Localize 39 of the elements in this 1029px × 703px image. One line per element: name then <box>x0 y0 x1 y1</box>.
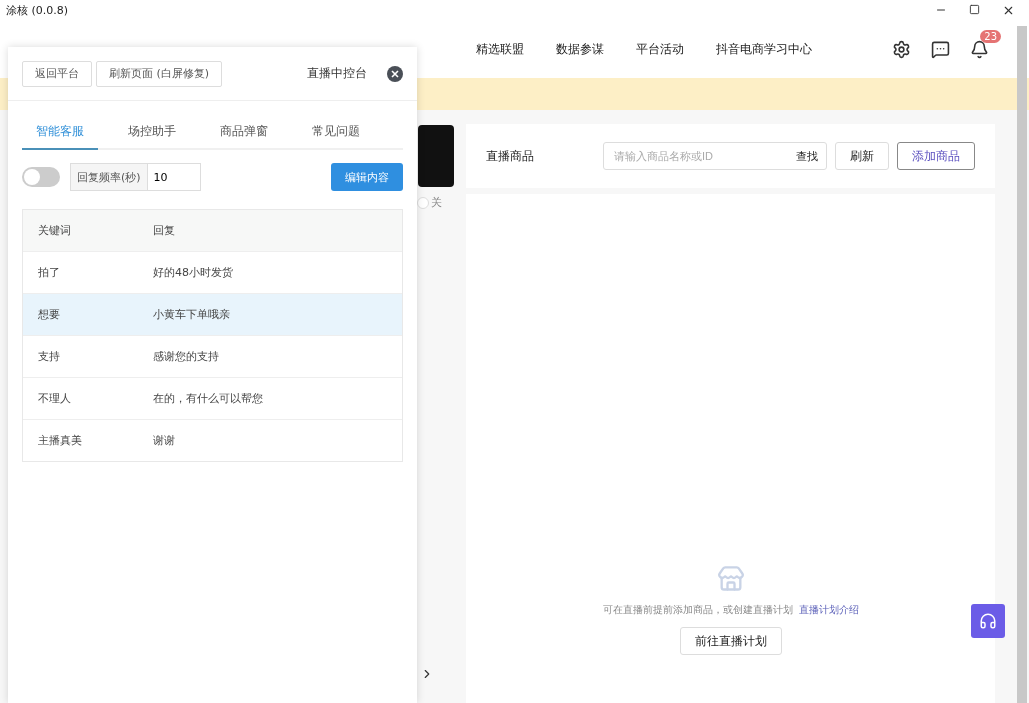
support-button[interactable] <box>971 604 1005 638</box>
headset-icon <box>979 612 997 630</box>
bell-icon[interactable] <box>970 39 989 59</box>
nav-link[interactable]: 数据参谋 <box>556 40 604 58</box>
card-title: 直播商品 <box>486 147 534 165</box>
panel-title: 直播中控台 <box>307 65 367 82</box>
search-button[interactable]: 查找 <box>796 148 818 164</box>
scrollbar[interactable] <box>1017 26 1027 703</box>
window-title: 涂核 (0.0.8) <box>6 2 69 18</box>
nav-link[interactable]: 精选联盟 <box>476 40 524 58</box>
frequency-input[interactable]: 10 <box>147 163 201 191</box>
tab[interactable]: 常见问题 <box>298 117 374 150</box>
column-header: 回复 <box>153 223 176 238</box>
video-thumbnail <box>418 125 454 187</box>
tab[interactable]: 商品弹窗 <box>206 117 282 150</box>
plan-button[interactable]: 前往直播计划 <box>679 627 782 655</box>
nav-link[interactable]: 平台活动 <box>636 40 684 58</box>
message-icon[interactable] <box>931 39 950 59</box>
header-button[interactable]: 返回平台 <box>22 60 92 87</box>
toggle-switch[interactable] <box>417 196 429 209</box>
close-icon[interactable] <box>387 65 403 82</box>
intro-link[interactable]: 直播计划介绍 <box>798 604 859 615</box>
table-row[interactable]: 想要 小黄车下单哦亲 <box>23 294 402 336</box>
refresh-button[interactable]: 刷新 <box>835 142 889 170</box>
tab[interactable]: 智能客服 <box>22 117 98 150</box>
store-icon <box>716 565 745 593</box>
nav-link[interactable]: 抖音电商学习中心 <box>716 40 812 58</box>
empty-message: 可在直播前提前添加商品，或创建直播计划 直播计划介绍 <box>602 603 859 617</box>
settings-icon[interactable] <box>892 39 911 59</box>
field-label: 回复频率(秒) <box>70 163 148 191</box>
auto-reply-switch[interactable] <box>22 167 60 187</box>
header-button[interactable]: 刷新页面 (白屏修复) <box>96 60 223 87</box>
add-product-button[interactable]: 添加商品 <box>897 142 975 170</box>
notification-badge: 23 <box>980 29 1001 43</box>
search-field[interactable]: 请输入商品名称或ID 查找 <box>603 142 827 170</box>
toggle-label: 关 <box>431 195 442 210</box>
column-header: 关键词 <box>38 223 72 238</box>
maximize-icon[interactable] <box>969 3 980 15</box>
tab[interactable]: 场控助手 <box>114 117 190 150</box>
